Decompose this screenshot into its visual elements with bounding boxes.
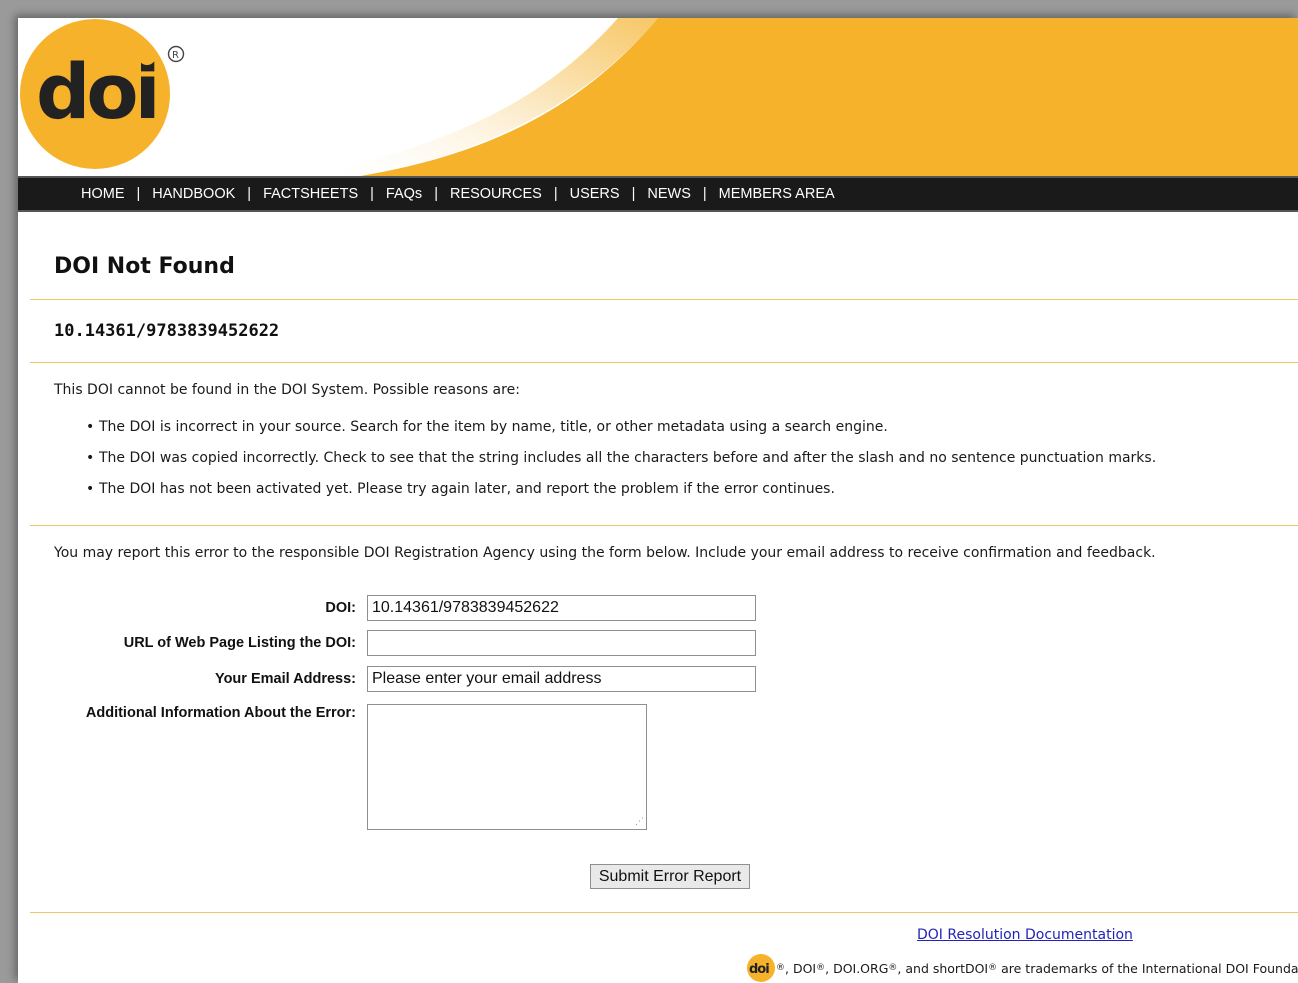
list-item: • The DOI is incorrect in your source. Se… xyxy=(86,419,888,435)
info-label: Additional Information About the Error: xyxy=(85,705,356,721)
email-field[interactable] xyxy=(367,666,756,692)
list-item: • The DOI was copied incorrectly. Check t… xyxy=(86,450,1157,466)
nav-item-handbook[interactable]: HANDBOOK xyxy=(152,186,235,202)
doi-small-logo-icon: doi xyxy=(747,954,775,982)
divider xyxy=(30,525,1298,526)
main-nav: HOME | HANDBOOK | FACTSHEETS | FAQs | RESOURCES |… xyxy=(18,176,1298,212)
divider xyxy=(30,362,1298,363)
trademark-notice: doi ®, DOI ®, DOI.ORG ®, and shortDOI ® are… xyxy=(746,953,1298,983)
nav-item-news[interactable]: NEWS xyxy=(647,186,691,202)
reasons-list: • The DOI is incorrect in your source. Se… xyxy=(86,419,1156,512)
svg-text:R: R xyxy=(172,50,179,61)
nav-separator: | xyxy=(247,186,252,202)
nav-separator: | xyxy=(631,186,636,202)
email-label: Your Email Address: xyxy=(214,671,356,687)
divider xyxy=(30,912,1298,913)
nav-separator: | xyxy=(434,186,438,202)
nav-separator: | xyxy=(136,186,141,202)
nav-separator: | xyxy=(370,186,374,202)
resize-handle-icon[interactable]: ⋰ xyxy=(635,818,644,827)
browser-page: doi R HOME | HANDBOOK | FACTSHEETS | FAQs | RESO… xyxy=(18,18,1298,983)
nav-item-members-area[interactable]: MEMBERS AREA xyxy=(719,186,835,202)
list-item: • The DOI has not been activated yet. Ple… xyxy=(86,481,835,497)
nav-item-users[interactable]: USERS xyxy=(570,186,620,202)
nav-separator: | xyxy=(553,186,558,202)
svg-text:doi: doi xyxy=(749,962,769,977)
header-banner xyxy=(298,18,1298,178)
nav-item-factsheets[interactable]: FACTSHEETS xyxy=(263,186,358,202)
doi-logo[interactable]: doi R xyxy=(18,18,193,170)
svg-text:doi: doi xyxy=(36,47,157,136)
site-header: doi R xyxy=(18,18,1298,178)
nav-item-resources[interactable]: RESOURCES xyxy=(450,186,542,202)
nav-separator: | xyxy=(702,186,707,202)
intro-text: This DOI cannot be found in the DOI Syst… xyxy=(54,382,520,398)
report-text: You may report this error to the respons… xyxy=(54,545,1156,561)
divider xyxy=(30,299,1298,300)
submit-button[interactable]: Submit Error Report xyxy=(590,864,750,889)
url-field[interactable] xyxy=(367,630,756,656)
url-label: URL of Web Page Listing the DOI: xyxy=(123,635,356,651)
nav-item-home[interactable]: HOME xyxy=(81,186,125,202)
page-title: DOI Not Found xyxy=(54,254,235,279)
doi-heading: 10.14361/9783839452622 xyxy=(54,321,280,341)
doi-label: DOI: xyxy=(325,600,356,616)
resolution-docs-link[interactable]: DOI Resolution Documentation xyxy=(917,927,1133,943)
doi-field[interactable] xyxy=(367,595,756,621)
info-textarea[interactable]: ⋰ xyxy=(367,704,647,830)
nav-item-faqs[interactable]: FAQs xyxy=(386,186,422,202)
